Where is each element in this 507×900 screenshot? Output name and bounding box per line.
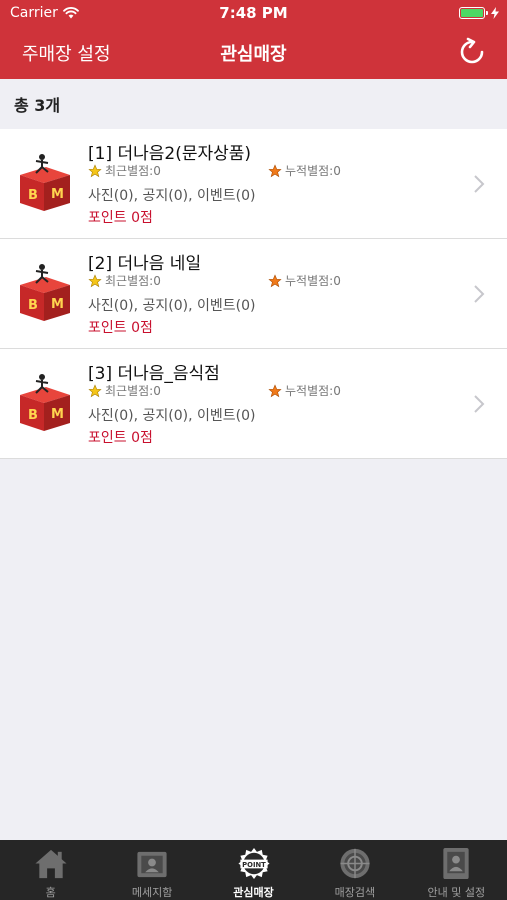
rating-line: 최근별점:0 누적별점:0	[88, 162, 358, 180]
content-counts: 사진(0), 공지(0), 이벤트(0)	[88, 298, 256, 314]
svg-text:M: M	[51, 187, 64, 202]
status-time: 7:48 PM	[219, 4, 288, 22]
tab-bar: 홈 메세지함 POINT 관심매장 매장검색 안내 및 설정	[0, 840, 507, 900]
refresh-icon[interactable]	[457, 37, 487, 67]
store-title: [1] 더나음2(문자상품)	[88, 144, 252, 164]
star-icon	[88, 273, 102, 287]
star-icon	[268, 383, 282, 397]
store-logo-icon: B M	[20, 374, 70, 431]
store-list: B M [1] 더나음2(문자상품) 최근별점:0 누적별점:0 사진(0), …	[0, 129, 507, 459]
rating-line: 최근별점:0 누적별점:0	[88, 272, 358, 290]
star-icon	[268, 163, 282, 177]
star-icon	[268, 273, 282, 287]
points-label: 포인트 0점	[88, 210, 153, 226]
chevron-right-icon	[474, 395, 485, 413]
total-rating: 누적별점:0	[285, 384, 341, 398]
svg-text:POINT: POINT	[242, 861, 266, 869]
charging-bolt-icon	[491, 7, 499, 19]
tab-home[interactable]: 홈	[0, 840, 101, 900]
store-title: [2] 더나음 네일	[88, 254, 202, 274]
message-icon	[137, 851, 167, 878]
recent-rating: 최근별점:0	[105, 384, 161, 398]
recent-rating: 최근별점:0	[105, 274, 161, 288]
chevron-right-icon	[474, 285, 485, 303]
tab-messages[interactable]: 메세지함	[101, 840, 202, 900]
store-row[interactable]: B M [2] 더나음 네일 최근별점:0 누적별점:0 사진(0), 공지(0…	[0, 239, 507, 349]
tab-store-search[interactable]: 매장검색	[304, 840, 405, 900]
tab-home-label: 홈	[45, 886, 56, 899]
svg-text:B: B	[28, 408, 38, 423]
tab-favorite-stores[interactable]: POINT 관심매장	[203, 840, 304, 900]
svg-text:B: B	[28, 188, 38, 203]
tab-messages-label: 메세지함	[131, 886, 173, 899]
tab-store-search-label: 매장검색	[334, 886, 376, 899]
svg-text:M: M	[51, 297, 64, 312]
store-row[interactable]: B M [3] 더나음_음식점 최근별점:0 누적별점:0 사진(0), 공지(…	[0, 349, 507, 459]
store-title: [3] 더나음_음식점	[88, 364, 220, 384]
battery-icon	[459, 7, 488, 19]
settings-icon	[443, 847, 469, 880]
content-counts: 사진(0), 공지(0), 이벤트(0)	[88, 408, 256, 424]
page-title: 관심매장	[220, 44, 287, 65]
store-search-icon	[340, 848, 370, 879]
svg-text:B: B	[28, 298, 38, 313]
header: Carrier 7:48 PM 주매장 설정 관심매장	[0, 0, 507, 79]
chevron-right-icon	[474, 175, 485, 193]
point-badge-icon: POINT	[237, 847, 270, 880]
store-logo-icon: B M	[20, 264, 70, 321]
star-icon	[88, 383, 102, 397]
navbar: 주매장 설정 관심매장	[0, 26, 507, 79]
tab-info-settings[interactable]: 안내 및 설정	[406, 840, 507, 900]
points-label: 포인트 0점	[88, 430, 153, 446]
total-count: 총 3개	[0, 79, 507, 129]
store-row[interactable]: B M [1] 더나음2(문자상품) 최근별점:0 누적별점:0 사진(0), …	[0, 129, 507, 239]
tab-favorite-stores-label: 관심매장	[233, 886, 274, 899]
store-logo-icon: B M	[20, 154, 70, 211]
home-icon	[35, 849, 67, 879]
battery-group	[459, 7, 499, 19]
total-rating: 누적별점:0	[285, 274, 341, 288]
total-count-label: 총 3개	[14, 96, 61, 115]
status-bar: Carrier 7:48 PM	[0, 0, 507, 26]
recent-rating: 최근별점:0	[105, 164, 161, 178]
points-label: 포인트 0점	[88, 320, 153, 336]
rating-line: 최근별점:0 누적별점:0	[88, 382, 358, 400]
total-rating: 누적별점:0	[285, 164, 341, 178]
content-counts: 사진(0), 공지(0), 이벤트(0)	[88, 188, 256, 204]
svg-text:M: M	[51, 407, 64, 422]
tab-info-settings-label: 안내 및 설정	[427, 886, 486, 899]
star-icon	[88, 163, 102, 177]
